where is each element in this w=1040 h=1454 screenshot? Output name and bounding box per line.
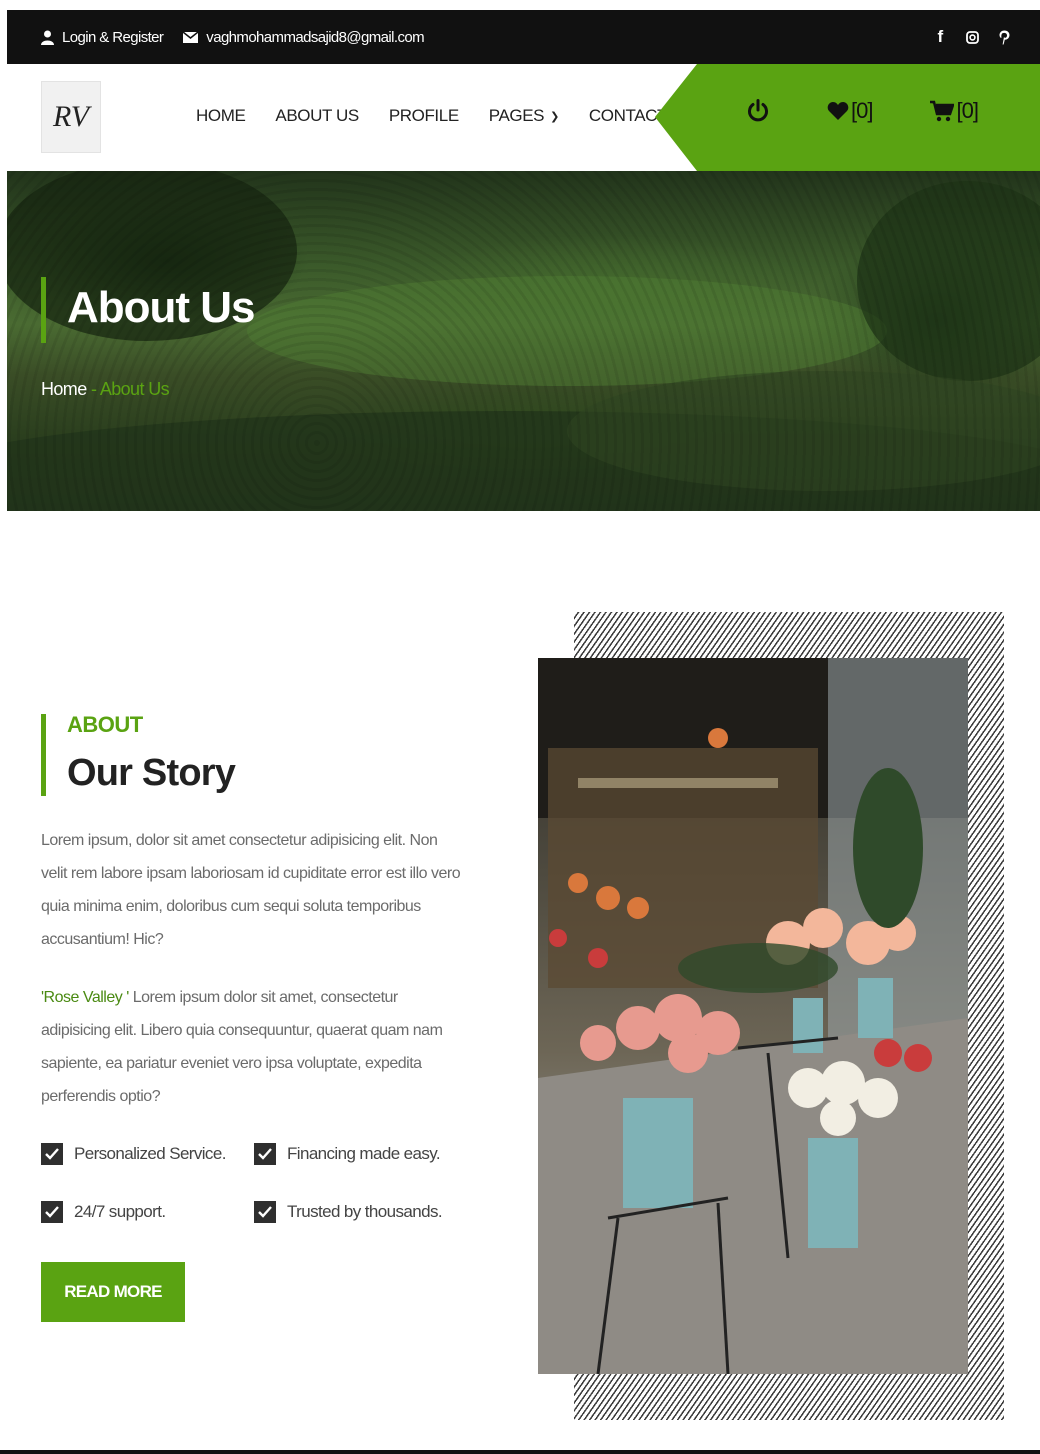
- heart-icon: [827, 102, 849, 120]
- section-label: ABOUT: [67, 712, 143, 737]
- flower-shop-image: [538, 658, 968, 1374]
- logout-button[interactable]: [747, 99, 769, 123]
- power-icon: [748, 99, 768, 122]
- about-accent-bar: [41, 714, 46, 796]
- feature-text: 24/7 support.: [74, 1202, 166, 1221]
- feature-text: Financing made easy.: [287, 1144, 441, 1163]
- story-paragraph-2-text: Lorem ipsum dolor sit amet, consectetur …: [41, 989, 443, 1105]
- check-icon: [41, 1143, 63, 1165]
- nav-item-profile[interactable]: PROFILE: [389, 106, 459, 126]
- chevron-down-icon: ❯: [550, 110, 559, 123]
- nav-item-about-us[interactable]: ABOUT US: [275, 106, 359, 126]
- breadcrumb-current: About Us: [99, 379, 170, 399]
- wishlist-count: [0]: [851, 98, 873, 123]
- login-register-label: Login & Register: [62, 28, 164, 46]
- feature-list: Personalized Service. Financing made eas…: [41, 1140, 461, 1226]
- check-icon: [254, 1201, 276, 1223]
- cart-count: [0]: [956, 98, 978, 123]
- page-hero: About Us Home - About Us: [7, 171, 1040, 511]
- pinterest-icon[interactable]: [996, 30, 1012, 45]
- logo-text: RV: [52, 100, 90, 133]
- breadcrumb: Home - About Us: [41, 379, 170, 400]
- cart-button[interactable]: [0]: [930, 98, 979, 124]
- brand-name: 'Rose Valley ': [41, 989, 129, 1006]
- site-logo[interactable]: RV: [41, 81, 101, 153]
- feature-item: Personalized Service.: [41, 1140, 254, 1168]
- bottom-divider: [0, 1450, 1040, 1454]
- story-paragraph-1: Lorem ipsum, dolor sit amet consectetur …: [41, 832, 461, 948]
- nav-item-contact[interactable]: CONTACT: [589, 106, 668, 126]
- hero-background-image: [7, 171, 1040, 511]
- main-menu: HOME ABOUT US PROFILE PAGES ❯ CONTACT: [196, 106, 697, 126]
- facebook-icon[interactable]: f: [932, 27, 948, 47]
- user-icon: [41, 30, 54, 45]
- story-paragraph-2: 'Rose Valley ' Lorem ipsum dolor sit ame…: [41, 981, 461, 1113]
- check-icon: [254, 1143, 276, 1165]
- wishlist-button[interactable]: [0]: [827, 98, 873, 124]
- read-more-button[interactable]: READ MORE: [41, 1262, 185, 1322]
- top-bar: Login & Register vaghmohammadsajid8@gmai…: [7, 10, 1040, 64]
- check-icon: [41, 1201, 63, 1223]
- login-register-link[interactable]: Login & Register: [41, 28, 164, 46]
- feature-item: 24/7 support.: [41, 1198, 254, 1226]
- nav-item-home[interactable]: HOME: [196, 106, 246, 126]
- instagram-icon[interactable]: [964, 30, 980, 44]
- breadcrumb-separator: -: [86, 379, 100, 399]
- email-link[interactable]: vaghmohammadsajid8@gmail.com: [183, 28, 425, 46]
- envelope-icon: [183, 31, 199, 43]
- feature-text: Trusted by thousands.: [287, 1202, 443, 1221]
- main-navbar: RV HOME ABOUT US PROFILE PAGES ❯ CONTACT…: [7, 64, 1040, 171]
- header-actions: [0] [0]: [747, 98, 1036, 124]
- section-title: Our Story: [67, 752, 236, 794]
- breadcrumb-home-link[interactable]: Home: [41, 379, 87, 399]
- feature-text: Personalized Service.: [74, 1144, 226, 1163]
- nav-item-pages-label: PAGES: [488, 106, 545, 125]
- page-title: About Us: [67, 283, 256, 332]
- email-address: vaghmohammadsajid8@gmail.com: [206, 28, 424, 46]
- feature-item: Financing made easy.: [254, 1140, 461, 1168]
- nav-item-pages[interactable]: PAGES ❯: [488, 106, 560, 126]
- hero-accent-bar: [41, 277, 46, 343]
- social-links: f: [932, 27, 1012, 47]
- cart-icon: [930, 100, 955, 122]
- feature-item: Trusted by thousands.: [254, 1198, 461, 1226]
